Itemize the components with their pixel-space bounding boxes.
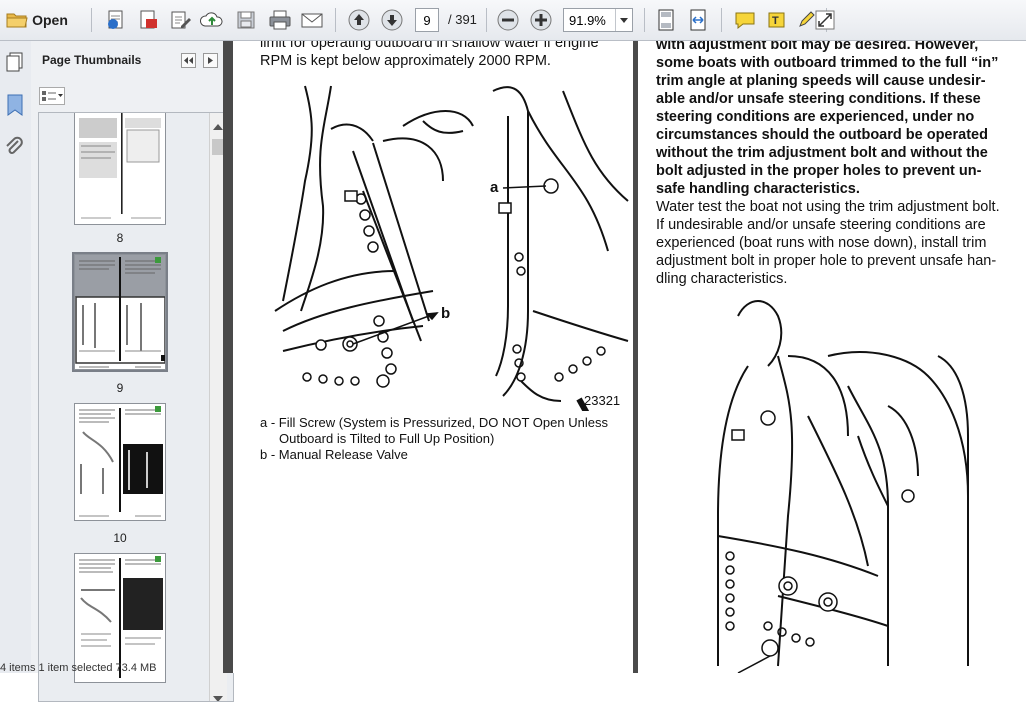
text-line: RPM is kept below approximately 2000 RPM… [260, 53, 551, 69]
zoom-select[interactable]: 91.9% [563, 8, 633, 32]
thumbnail-page-9[interactable] [74, 254, 166, 370]
figure-number-label: 23321 [584, 393, 621, 408]
zoom-value: 91.9% [569, 12, 606, 28]
page-text-top: limit for operating outboard in shallow … [260, 41, 630, 70]
fit-width-button[interactable] [684, 5, 712, 35]
navigation-strip [0, 41, 32, 673]
plus-icon [530, 9, 552, 31]
text-line: Water test the boat not using the trim a… [656, 199, 1000, 215]
zoom-in-button[interactable] [527, 5, 555, 35]
fullscreen-button[interactable] [811, 5, 839, 35]
export-pdf-button[interactable] [134, 5, 162, 35]
toolbar: Open 9 / 391 91.9% T [0, 0, 1026, 41]
text-line: trim angle at planing speeds will cause … [656, 73, 986, 89]
sign-button[interactable] [166, 5, 194, 35]
edit-document-icon [171, 11, 191, 29]
panel-title: Page Thumbnails [42, 53, 142, 67]
email-button[interactable] [298, 5, 326, 35]
fit-width-icon [690, 9, 706, 31]
pdf-export-icon [140, 10, 157, 29]
svg-text:T: T [772, 15, 779, 27]
folder-icon [6, 13, 28, 28]
next-page-button[interactable] [378, 5, 406, 35]
page-number-input[interactable]: 9 [415, 8, 439, 32]
thumbnail-label-9: 9 [116, 381, 124, 395]
chevron-right-icon [208, 57, 213, 64]
text-line: some boats with outboard trimmed to the … [656, 55, 999, 71]
attachment-icon[interactable] [3, 136, 25, 163]
caption-a: a - Fill Screw (System is Pressurized, D… [260, 415, 608, 430]
minus-icon [497, 9, 519, 31]
outboard-bracket-illustration: a b 23321 [274, 85, 629, 411]
scroll-down-icon[interactable] [213, 689, 223, 701]
thumbnail-label-10: 10 [113, 531, 127, 545]
thumbnail-page-8[interactable] [74, 113, 166, 225]
caption-b: b - Manual Release Valve [260, 447, 408, 462]
callout-label-b: b [441, 305, 450, 322]
create-pdf-icon [108, 10, 123, 29]
previous-page-button[interactable] [345, 5, 373, 35]
fit-page-icon [658, 9, 674, 31]
upload-button[interactable] [198, 5, 226, 35]
text-line: dling characteristics. [656, 271, 788, 287]
text-line: circumstances should the outboard be ope… [656, 127, 988, 143]
page-total: / 391 [448, 12, 477, 27]
options-list-icon [42, 91, 63, 101]
text-line: safe handling characteristics. [656, 181, 860, 197]
warning-text: with adjustment bolt may be desired. How… [656, 41, 1014, 198]
text-line: able and/or unsafe steering conditions. … [656, 91, 981, 107]
document-page-left: limit for operating outboard in shallow … [233, 41, 633, 673]
print-button[interactable] [266, 5, 294, 35]
callout-label-a: a [490, 179, 499, 196]
highlight-button[interactable]: T [763, 5, 791, 35]
save-icon [237, 11, 255, 29]
page-thumbnails-panel: Page Thumbnails 8 9 10 [31, 41, 234, 702]
open-button[interactable]: Open [2, 5, 72, 35]
panel-next-button[interactable] [203, 53, 218, 68]
document-gutter-left [223, 41, 233, 673]
open-label: Open [32, 12, 68, 28]
trim-adjustment-illustration [717, 300, 969, 673]
scroll-up-icon[interactable] [213, 117, 223, 135]
mail-icon [301, 13, 323, 28]
bookmark-icon[interactable] [5, 93, 25, 122]
cloud-upload-icon [200, 12, 223, 27]
caption-a-continued: Outboard is Tilted to Full Up Position) [279, 431, 495, 446]
figure-caption: a - Fill Screw (System is Pressurized, D… [260, 415, 630, 463]
thumbnail-page-10[interactable] [74, 403, 166, 521]
arrow-down-icon [381, 9, 403, 31]
expand-icon [815, 10, 835, 30]
create-pdf-button[interactable] [102, 5, 130, 35]
printer-icon [269, 10, 291, 30]
collapse-panel-button[interactable] [181, 53, 196, 68]
text-highlight-icon: T [768, 12, 785, 28]
thumbnail-label-8: 8 [116, 231, 124, 245]
options-menu-button[interactable] [39, 87, 65, 105]
document-page-right: with adjustment bolt may be desired. How… [638, 41, 1026, 673]
text-line: If undesirable and/or unsafe steering co… [656, 217, 986, 233]
save-button[interactable] [232, 5, 260, 35]
text-line: with adjustment bolt may be desired. How… [656, 41, 979, 53]
comment-button[interactable] [731, 5, 759, 35]
text-line: limit for operating outboard in shallow … [260, 41, 599, 51]
thumbnail-list: 8 9 10 [38, 112, 234, 702]
text-line: bolt adjusted in the proper holes to pre… [656, 163, 982, 179]
arrow-up-icon [348, 9, 370, 31]
comment-icon [735, 12, 755, 30]
double-chevron-left-icon [184, 57, 193, 64]
text-line: experienced (boat runs with nose down), … [656, 235, 987, 251]
text-line: steering conditions are experienced, und… [656, 109, 975, 125]
text-line: adjustment bolt in proper hole to preven… [656, 253, 997, 269]
text-line: without the trim adjustment bolt and wit… [656, 145, 988, 161]
zoom-out-button[interactable] [494, 5, 522, 35]
body-paragraph: Water test the boat not using the trim a… [656, 198, 1014, 288]
status-bar: 4 items 1 item selected 73.4 MB [0, 662, 157, 673]
chevron-down-icon[interactable] [614, 9, 632, 31]
fit-page-button[interactable] [652, 5, 680, 35]
pages-icon[interactable] [4, 51, 26, 78]
